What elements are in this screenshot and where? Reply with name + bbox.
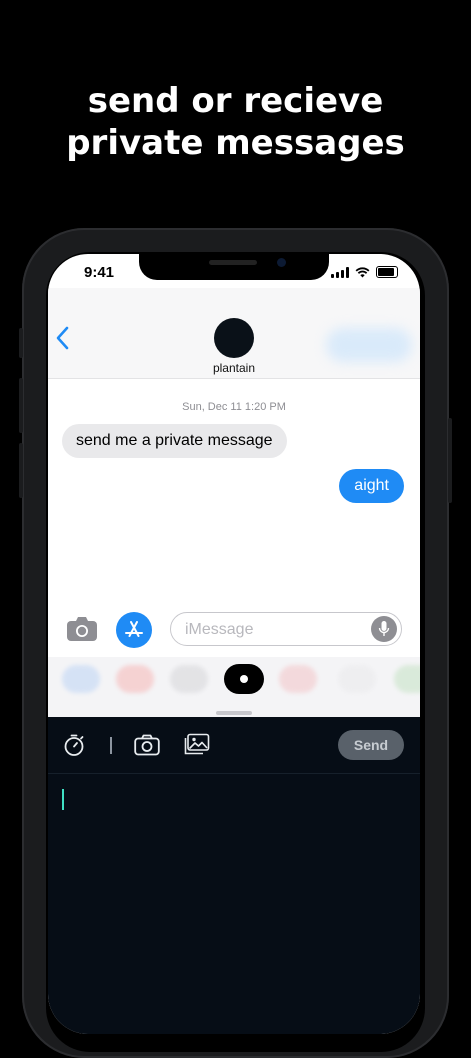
imessage-input[interactable]: iMessage bbox=[170, 612, 402, 646]
blurred-header-button bbox=[326, 328, 412, 362]
message-timestamp: Sun, Dec 11 1:20 PM bbox=[182, 401, 286, 413]
volume-up-button bbox=[19, 378, 23, 433]
phone-screen: 9:41 plantain Sun, Dec 11 1:20 PM send m… bbox=[48, 254, 420, 1034]
imessage-placeholder: iMessage bbox=[185, 621, 254, 638]
app-drawer-icon-red[interactable] bbox=[116, 665, 154, 693]
earpiece-speaker bbox=[209, 260, 257, 265]
app-drawer-icon-apple-pay[interactable] bbox=[170, 665, 208, 693]
app-store-button[interactable] bbox=[116, 612, 152, 648]
headline: send or recieve private messages bbox=[0, 80, 471, 164]
private-message-extension: Send bbox=[48, 717, 420, 1034]
wifi-icon bbox=[355, 266, 370, 277]
front-camera bbox=[277, 258, 286, 267]
timer-icon[interactable] bbox=[62, 733, 86, 757]
battery-icon bbox=[376, 266, 398, 278]
text-cursor[interactable] bbox=[62, 789, 64, 810]
app-drawer-icon-app-store[interactable] bbox=[62, 665, 100, 693]
drawer-grabber-handle[interactable] bbox=[216, 711, 252, 715]
app-drawer-icon-white[interactable] bbox=[338, 665, 376, 693]
conversation-header: plantain bbox=[48, 288, 420, 379]
app-drawer-icon-private-message[interactable] bbox=[224, 664, 264, 694]
app-drawer-icon-pink[interactable] bbox=[279, 665, 317, 693]
headline-line-1: send or recieve bbox=[87, 81, 384, 121]
extension-toolbar: Send bbox=[48, 717, 420, 774]
photo-library-icon[interactable] bbox=[184, 733, 210, 755]
phone-frame: 9:41 plantain Sun, Dec 11 1:20 PM send m… bbox=[19, 228, 452, 1058]
back-chevron-icon[interactable] bbox=[56, 326, 70, 350]
notch bbox=[139, 254, 329, 280]
status-time: 9:41 bbox=[84, 264, 115, 281]
incoming-message-bubble: send me a private message bbox=[62, 424, 287, 458]
headline-line-2: private messages bbox=[66, 123, 405, 163]
volume-down-button bbox=[19, 443, 23, 498]
status-icons bbox=[331, 266, 398, 278]
toolbar-divider bbox=[110, 737, 112, 754]
microphone-icon bbox=[378, 621, 390, 636]
contact-name[interactable]: plantain bbox=[48, 361, 420, 375]
send-button[interactable]: Send bbox=[338, 730, 404, 760]
contact-avatar[interactable] bbox=[214, 318, 254, 358]
power-button bbox=[448, 418, 452, 503]
app-store-icon bbox=[125, 621, 143, 637]
camera-icon[interactable] bbox=[134, 734, 160, 756]
app-drawer bbox=[48, 657, 420, 717]
app-drawer-icon-green[interactable] bbox=[394, 665, 420, 693]
mute-switch bbox=[19, 328, 23, 358]
outgoing-message-bubble: aight bbox=[339, 469, 404, 503]
camera-icon[interactable] bbox=[66, 616, 98, 642]
dictation-button[interactable] bbox=[371, 616, 397, 642]
signal-icon bbox=[331, 266, 349, 278]
